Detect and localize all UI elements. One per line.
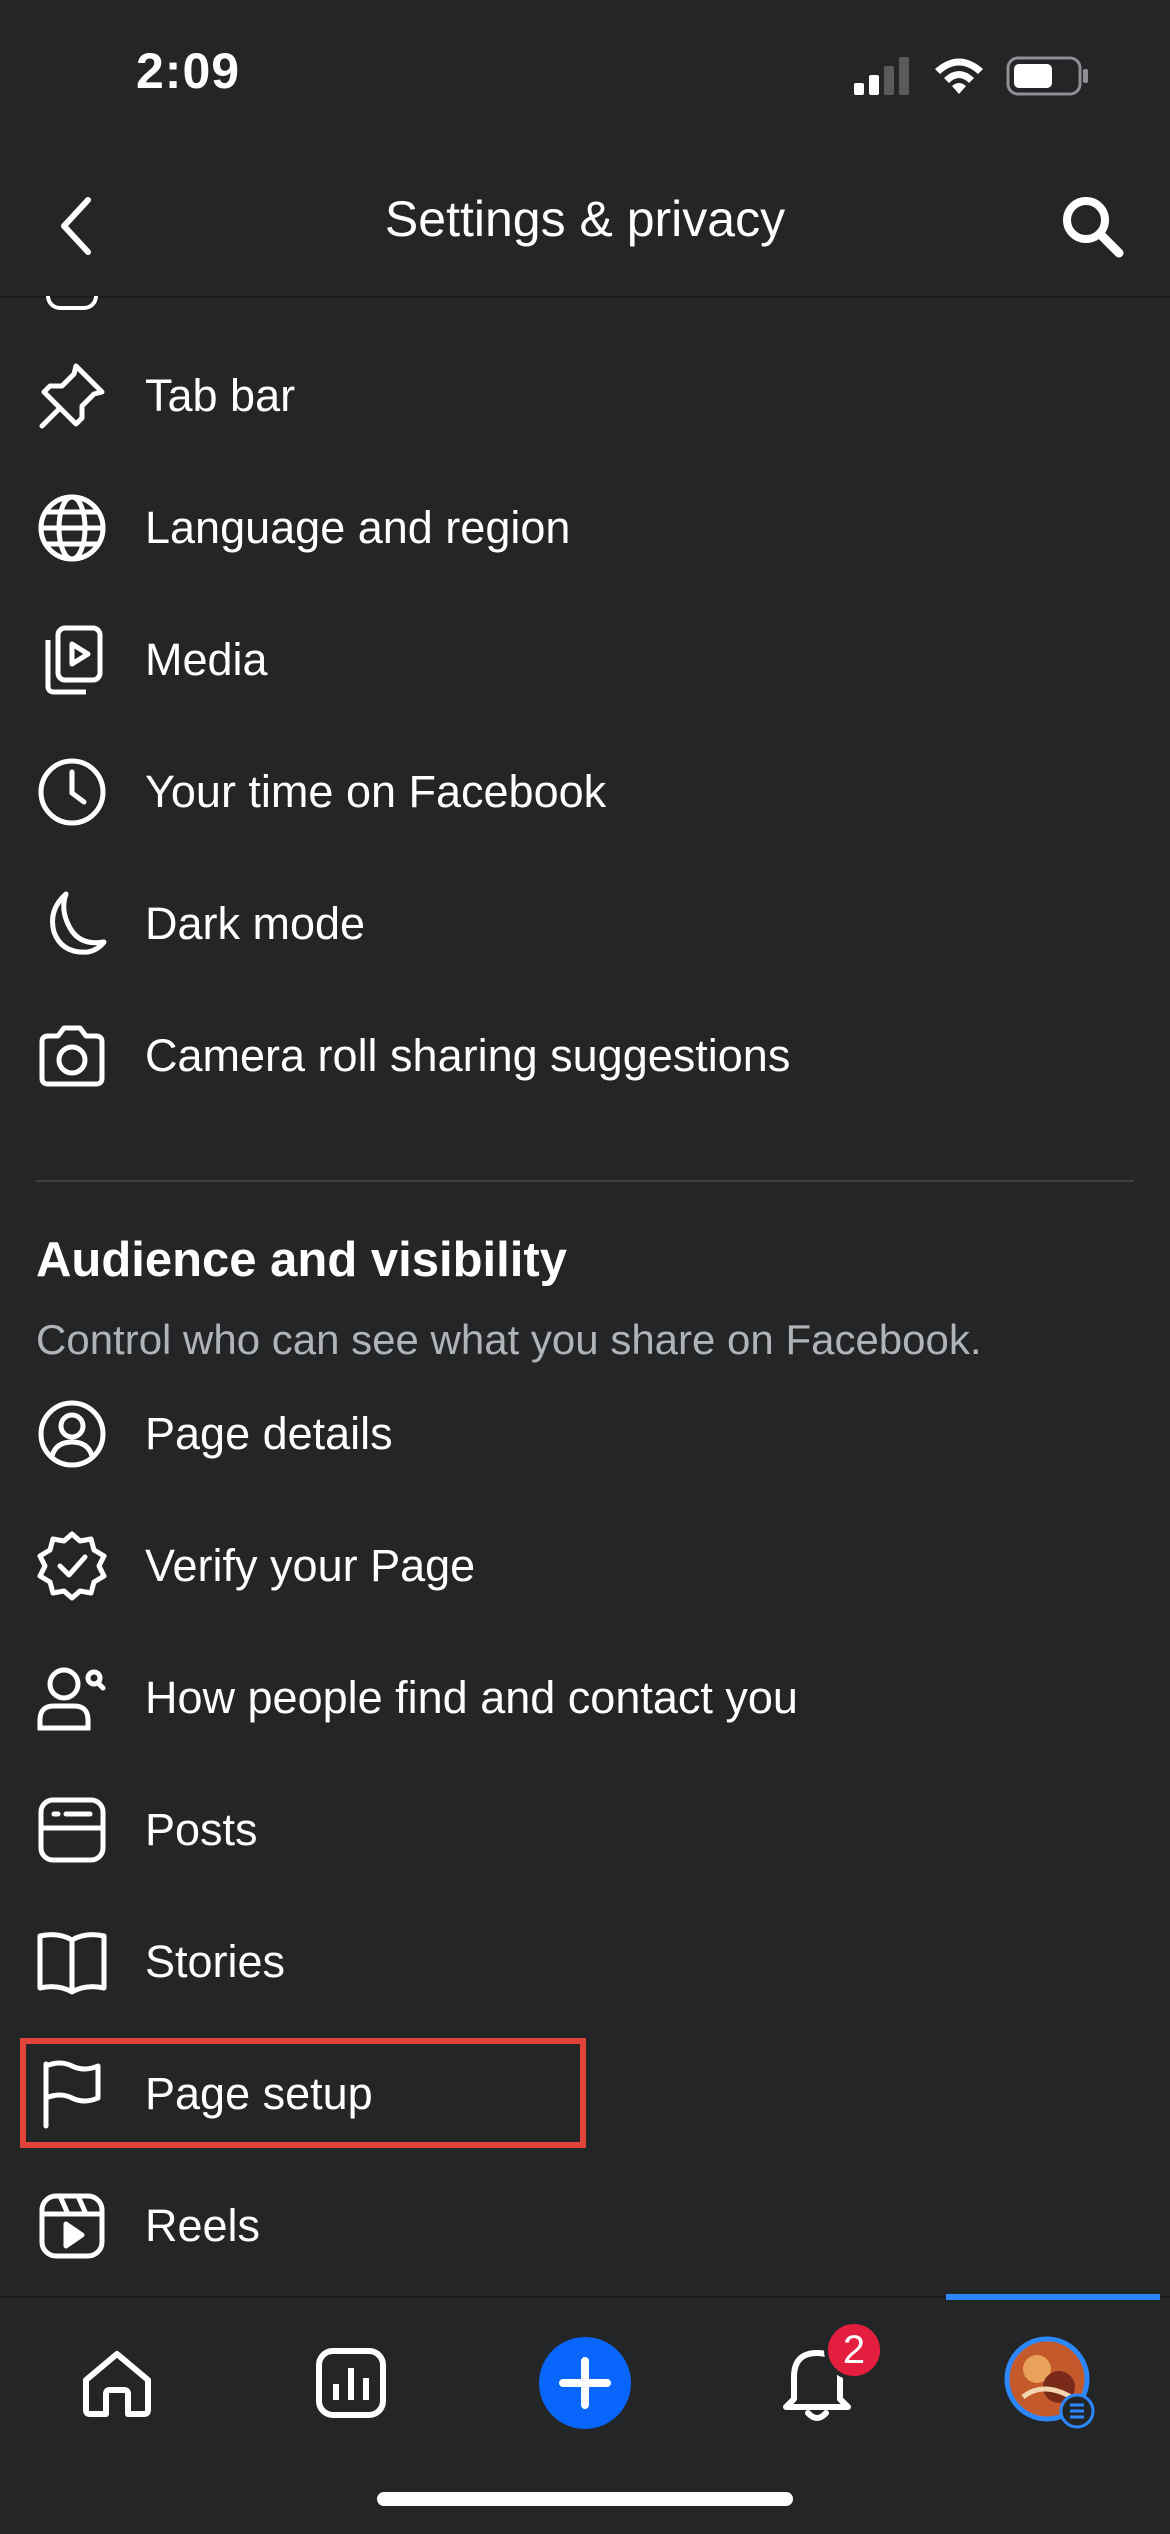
clipped-item-icon — [46, 296, 98, 310]
menu-item-label: Posts — [145, 1804, 258, 1855]
posts-icon — [34, 1792, 110, 1868]
menu-item-media[interactable]: Media — [0, 594, 1170, 726]
section-title: Audience and visibility — [36, 1233, 567, 1287]
reels-icon — [34, 2188, 110, 2264]
notifications-badge: 2 — [824, 2320, 884, 2380]
menu-item-label: Dark mode — [145, 898, 366, 949]
media-icon — [34, 622, 110, 698]
menu-item-language[interactable]: Language and region — [0, 462, 1170, 594]
status-time: 2:09 — [136, 43, 241, 99]
menu-item-reels[interactable]: Reels — [0, 2160, 1170, 2292]
book-icon — [34, 1924, 110, 2000]
tab-home[interactable] — [62, 2328, 172, 2438]
wifi-icon — [935, 58, 983, 94]
tab-create[interactable] — [530, 2328, 640, 2438]
menu-item-stories[interactable]: Stories — [0, 1896, 1170, 2028]
home-icon — [83, 2351, 151, 2417]
menu-item-label: Media — [145, 634, 268, 685]
menu-item-label: Verify your Page — [145, 1540, 476, 1591]
menu-item-label: Stories — [145, 1936, 286, 1987]
nav-header: Settings & privacy — [0, 150, 1170, 298]
signal-icon — [854, 57, 909, 95]
person-circle-icon — [34, 1396, 110, 1472]
camera-icon — [34, 1018, 110, 1094]
section-divider — [36, 1180, 1134, 1182]
battery-icon — [1006, 56, 1088, 96]
menu-item-camera-roll[interactable]: Camera roll sharing suggestions — [0, 990, 1170, 1122]
section-subtitle: Control who can see what you share on Fa… — [36, 1316, 982, 1363]
menu-item-verify-page[interactable]: Verify your Page — [0, 1500, 1170, 1632]
tab-profile[interactable] — [996, 2328, 1106, 2438]
menu-item-label: Page details — [145, 1408, 393, 1459]
pin-icon — [34, 358, 110, 434]
avatar-icon — [1004, 2336, 1095, 2429]
search-button[interactable] — [1052, 186, 1132, 266]
active-tab-indicator — [946, 2294, 1160, 2300]
person-search-icon — [34, 1660, 110, 1736]
menu-item-posts[interactable]: Posts — [0, 1764, 1170, 1896]
plus-icon — [539, 2337, 631, 2429]
menu-item-label: How people find and contact you — [145, 1672, 798, 1723]
clock-icon — [34, 754, 110, 830]
status-icons — [854, 56, 1090, 96]
globe-icon — [34, 490, 110, 566]
verified-badge-icon — [34, 1528, 110, 1604]
home-indicator — [377, 2492, 793, 2506]
menu-item-label: Reels — [145, 2200, 261, 2251]
page-title: Settings & privacy — [384, 191, 786, 247]
search-icon — [1063, 197, 1124, 258]
menu-item-label: Your time on Facebook — [145, 766, 607, 817]
menu-item-time-on-facebook[interactable]: Your time on Facebook — [0, 726, 1170, 858]
menu-item-dark-mode[interactable]: Dark mode — [0, 858, 1170, 990]
menu-item-label: Tab bar — [145, 370, 296, 421]
bar-chart-icon — [316, 2348, 386, 2418]
menu-item-label: Language and region — [145, 502, 571, 553]
highlight-box — [20, 2038, 586, 2148]
status-bar: 2:09 — [0, 0, 1170, 150]
menu-item-tab-bar[interactable]: Tab bar — [0, 330, 1170, 462]
tab-insights[interactable] — [296, 2328, 406, 2438]
menu-item-page-details[interactable]: Page details — [0, 1368, 1170, 1500]
menu-item-label: Camera roll sharing suggestions — [145, 1030, 791, 1081]
menu-item-find-contact[interactable]: How people find and contact you — [0, 1632, 1170, 1764]
moon-icon — [34, 886, 110, 962]
